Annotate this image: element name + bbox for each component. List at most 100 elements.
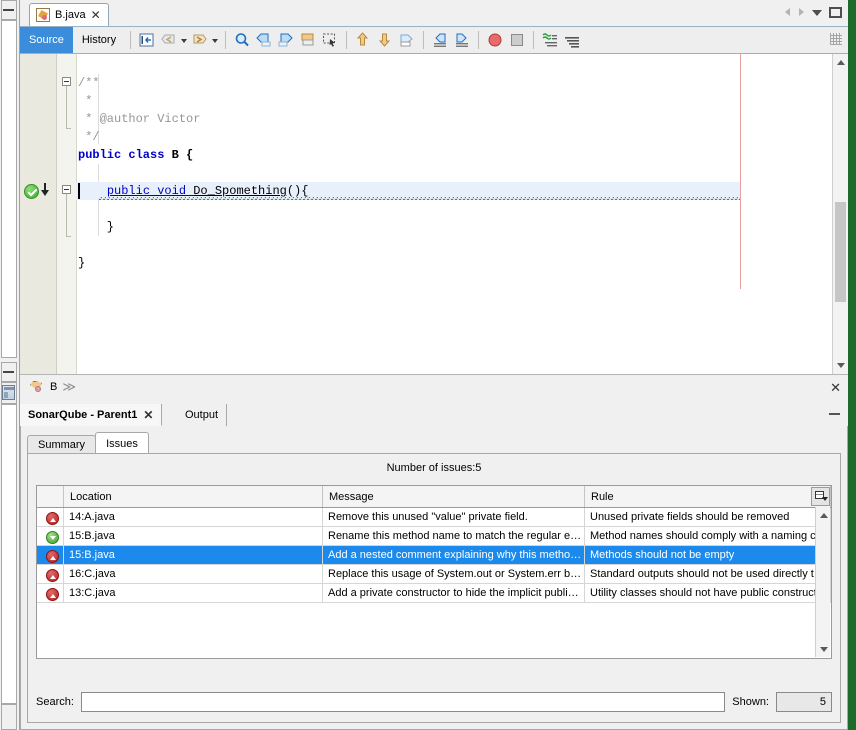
next-annotation-icon[interactable] — [41, 183, 50, 197]
column-header-location[interactable]: Location — [63, 486, 323, 508]
close-icon[interactable]: ✕ — [91, 9, 101, 21]
scrollbar-thumb[interactable] — [835, 202, 846, 302]
forward-dropdown-icon[interactable] — [211, 31, 220, 49]
annotation-ok-icon[interactable] — [24, 184, 39, 199]
code-folding-gutter — [57, 54, 77, 374]
close-icon[interactable]: ✕ — [143, 409, 153, 421]
code-line-9: /** — [78, 76, 100, 90]
message-cell: Add a nested comment explaining why this… — [322, 545, 585, 565]
tab-output[interactable]: Output — [177, 404, 228, 426]
scroll-up-icon[interactable] — [833, 54, 848, 70]
severity-minor-icon — [46, 530, 59, 544]
tab-summary[interactable]: Summary — [27, 435, 97, 454]
toggle-highlight-icon[interactable] — [398, 31, 416, 49]
shown-label: Shown: — [732, 696, 769, 708]
code-line-15: public void Do_Spomething(){ — [106, 184, 309, 198]
right-edge-strip — [848, 0, 856, 730]
file-tab-b-java[interactable]: B.java ✕ — [29, 3, 109, 26]
shift-line-left-icon[interactable] — [431, 31, 449, 49]
editor-tab-row: B.java ✕ — [20, 0, 848, 27]
location-cell: 15:B.java — [63, 526, 323, 546]
table-row[interactable]: 13:C.java Add a private constructor to h… — [37, 583, 831, 603]
arrow-left-icon[interactable] — [781, 5, 795, 19]
minimize-icon-bottom[interactable] — [3, 371, 14, 373]
search-row: Search: Shown: 5 — [36, 691, 832, 713]
table-row[interactable]: 15:B.java Rename this method name to mat… — [37, 526, 831, 546]
tab-sonarqube-parent1[interactable]: SonarQube - Parent1 ✕ — [20, 404, 163, 426]
arrow-right-icon[interactable] — [795, 5, 809, 19]
shift-line-right-icon[interactable] — [453, 31, 471, 49]
toolbar-separator — [346, 31, 348, 49]
severity-major-icon — [46, 568, 59, 582]
table-row[interactable]: 16:C.java Replace this usage of System.o… — [37, 564, 831, 584]
start-macro-recording-icon[interactable] — [486, 31, 504, 49]
table-row[interactable]: 14:A.java Remove this unused "value" pri… — [37, 507, 831, 527]
forward-icon[interactable] — [191, 31, 209, 49]
message-cell: Rename this method name to match the reg… — [322, 526, 585, 546]
toolbar-separator — [225, 31, 227, 49]
back-icon[interactable] — [160, 31, 178, 49]
comment-icon[interactable] — [563, 31, 581, 49]
column-header-message[interactable]: Message — [322, 486, 585, 508]
location-cell: 13:C.java — [63, 583, 323, 603]
rule-cell: Standard outputs should not be used dire… — [584, 564, 831, 584]
class-member-icon — [30, 380, 45, 394]
chevron-down-icon[interactable] — [809, 5, 825, 19]
message-cell: Replace this usage of System.out or Syst… — [322, 564, 585, 584]
file-tab-label: B.java — [55, 9, 86, 21]
location-cell: 16:C.java — [63, 564, 323, 584]
scroll-up-icon[interactable] — [816, 507, 830, 522]
table-row[interactable]: 15:B.java Add a nested comment explainin… — [37, 545, 831, 565]
toggle-rectangular-selection-icon[interactable] — [321, 31, 339, 49]
toolbar-grip-icon[interactable] — [830, 33, 842, 45]
toolbar-separator — [130, 31, 132, 49]
inspect-icon[interactable] — [541, 31, 559, 49]
dock-panel-body-top — [1, 20, 17, 358]
search-label: Search: — [36, 696, 74, 708]
stop-macro-recording-icon[interactable] — [508, 31, 526, 49]
maximize-icon[interactable] — [829, 6, 842, 18]
tab-source[interactable]: Source — [20, 27, 73, 53]
code-editor[interactable]: 8 9 10 11 12 13 14 16 17 18 19 20 — [20, 54, 848, 375]
minimize-icon-top[interactable] — [3, 9, 14, 11]
fold-toggle-icon[interactable] — [62, 77, 71, 86]
minimize-icon[interactable] — [829, 413, 840, 415]
close-icon[interactable]: ✕ — [830, 380, 841, 396]
toggle-bookmark-icon[interactable] — [299, 31, 317, 49]
code-line-10: * — [78, 94, 93, 108]
fold-toggle-icon[interactable] — [62, 185, 71, 194]
severity-cell — [37, 545, 64, 565]
fold-range-end — [66, 236, 71, 237]
scroll-down-icon[interactable] — [833, 358, 848, 374]
column-header-severity[interactable] — [37, 486, 64, 508]
back-dropdown-icon[interactable] — [180, 31, 189, 49]
search-input[interactable] — [80, 692, 726, 712]
severity-cell — [37, 526, 64, 546]
issues-table-container[interactable]: Location Message Rule 14:A.java Remove t… — [36, 485, 832, 659]
fold-range-line — [66, 194, 67, 236]
issues-vertical-scrollbar[interactable] — [815, 507, 830, 657]
next-error-icon[interactable] — [376, 31, 394, 49]
tab-history[interactable]: History — [73, 28, 125, 52]
message-cell: Add a private constructor to hide the im… — [322, 583, 585, 603]
window-layout-icon[interactable] — [2, 385, 15, 400]
last-edit-icon[interactable] — [138, 31, 156, 49]
next-bookmark-icon[interactable] — [277, 31, 295, 49]
scroll-down-icon[interactable] — [816, 642, 830, 657]
previous-bookmark-icon[interactable] — [255, 31, 273, 49]
editor-window: B.java ✕ Source History /** * * @author … — [20, 0, 856, 398]
tab-label: Output — [185, 409, 219, 421]
severity-cell — [37, 564, 64, 584]
sonarqube-subtabs: Summary Issues — [27, 432, 149, 454]
rule-cell: Unused private fields should be removed — [584, 507, 831, 527]
code-line-19: } — [78, 256, 86, 270]
editor-vertical-scrollbar[interactable] — [832, 54, 848, 374]
previous-error-icon[interactable] — [354, 31, 372, 49]
find-selection-icon[interactable] — [233, 31, 251, 49]
fold-range-end — [66, 128, 71, 129]
editor-toolbar: Source History — [20, 27, 848, 54]
column-config-icon[interactable] — [811, 487, 830, 506]
breadcrumb-label[interactable]: B — [50, 381, 57, 393]
column-header-rule[interactable]: Rule — [584, 486, 831, 508]
tab-issues[interactable]: Issues — [95, 432, 149, 454]
